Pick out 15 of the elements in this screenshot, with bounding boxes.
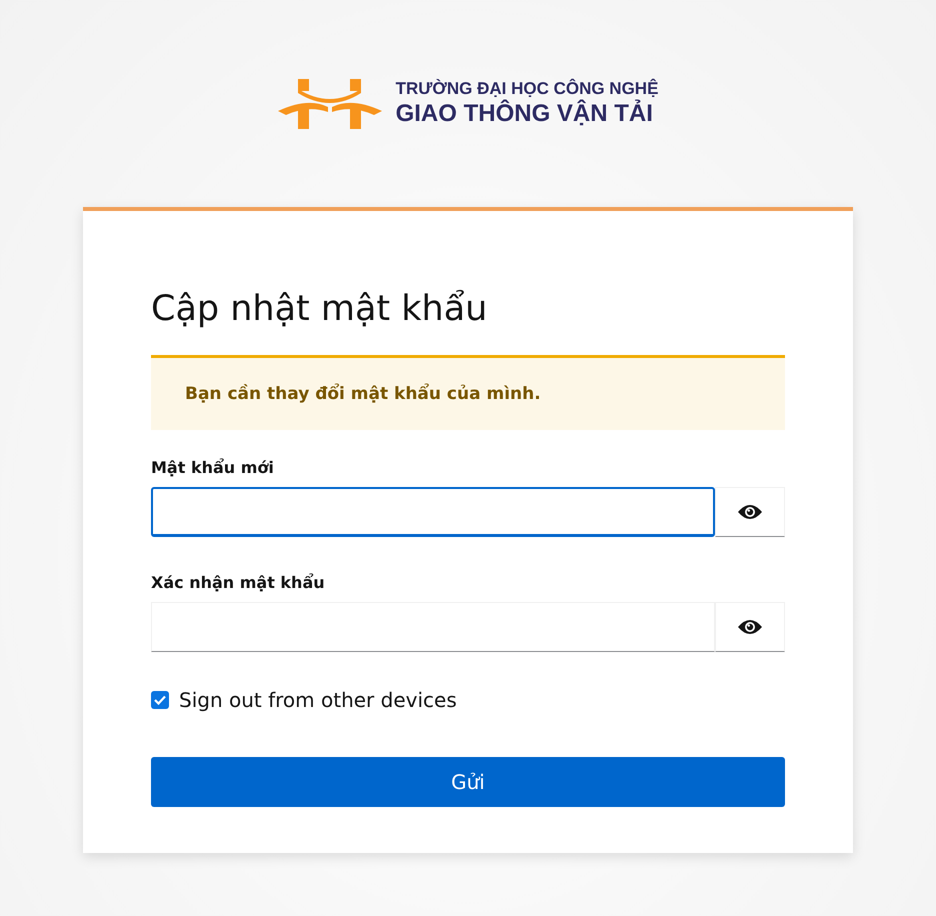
checkbox[interactable] bbox=[151, 691, 169, 709]
alert-text: Bạn cần thay đổi mật khẩu của mình. bbox=[185, 384, 541, 404]
page-title: Cập nhật mật khẩu bbox=[151, 288, 488, 331]
logo-subtitle: GIAO THÔNG VẬN TẢI bbox=[396, 98, 654, 128]
eye-icon bbox=[737, 618, 763, 636]
field-label: Mật khẩu mới bbox=[151, 458, 274, 477]
show-password-button[interactable] bbox=[715, 487, 785, 537]
show-password-button[interactable] bbox=[715, 602, 785, 652]
field-label: Xác nhận mật khẩu bbox=[151, 573, 325, 592]
eye-icon bbox=[737, 503, 763, 521]
password-field[interactable] bbox=[151, 487, 715, 537]
submit-button[interactable]: Gửi bbox=[151, 757, 785, 807]
checkbox-label: Sign out from other devices bbox=[179, 688, 457, 712]
logo-icon bbox=[278, 78, 382, 128]
logo-title: TRƯỜNG ĐẠI HỌC CÔNG NGHỆ bbox=[396, 78, 658, 98]
